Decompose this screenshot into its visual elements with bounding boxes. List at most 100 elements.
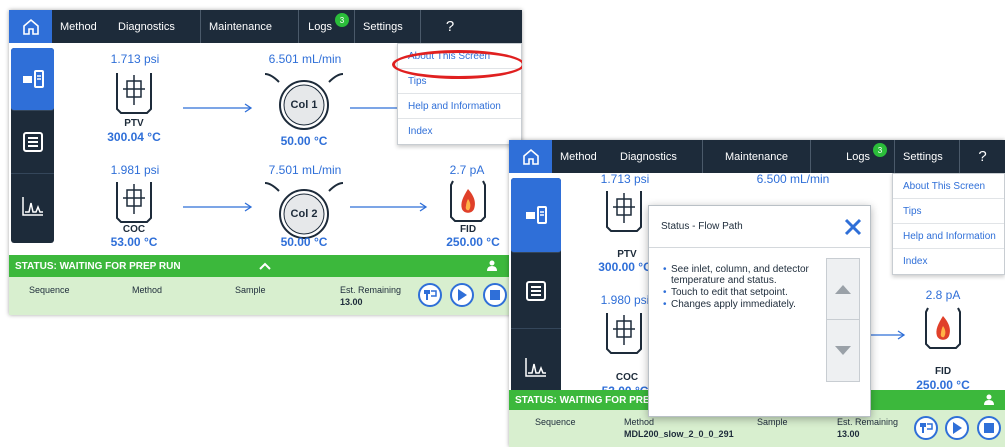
inlet2-temp[interactable]: 53.00 °C [92,235,176,249]
inlet1-temp[interactable]: 300.04 °C [92,130,176,144]
list-icon [526,280,546,301]
column1-temp[interactable]: 50.00 °C [264,134,344,148]
tab-settings[interactable]: Settings [354,10,421,43]
column1-name: Col 1 [290,99,318,111]
side-nav-chromatogram[interactable] [11,174,54,237]
dialog-bullet: Touch to edit that setpoint. [661,287,811,298]
dialog-title: Status - Flow Path [649,206,870,248]
tab-diagnostics[interactable]: Diagnostics [612,140,702,173]
sample-label[interactable]: Sample [757,417,788,427]
scroll-up-icon [835,285,851,294]
help-button[interactable]: ? [421,10,479,43]
method-value[interactable]: MDL200_slow_2_0_0_291 [624,429,734,439]
side-nav-flow-path[interactable] [11,48,54,111]
start-run-button[interactable] [450,283,474,307]
method-label: Method [624,417,655,427]
inlet-icon[interactable] [603,189,645,233]
detector-flame-icon[interactable] [922,306,964,350]
chromatogram-icon [21,196,43,216]
home-icon [22,18,39,35]
flow-path-icon [22,70,44,88]
est-remaining-label: Est. Remaining [340,285,402,295]
start-run-button[interactable] [945,416,969,440]
home-button[interactable] [509,140,552,173]
stop-run-button[interactable] [977,416,1001,440]
menu-item-index[interactable]: Index [398,119,521,144]
flow-path-icon [526,206,547,224]
dialog-scroller [826,258,860,382]
stop-run-button[interactable] [483,283,507,307]
side-nav [511,178,561,405]
inlet1-name: PTV [124,118,144,129]
side-nav-list[interactable] [511,253,561,329]
detector-flame-icon[interactable] [447,179,489,223]
help-menu: About This Screen Tips Help and Informat… [892,173,1005,275]
play-icon [953,422,962,434]
detector-name: FID [459,224,477,235]
prep-run-button[interactable] [418,283,442,307]
method-label[interactable]: Method [132,285,162,295]
inlet2-name: COC [615,372,639,383]
menu-item-index[interactable]: Index [893,249,1004,274]
chevron-up-icon[interactable] [259,261,271,271]
close-button[interactable] [842,216,864,238]
est-remaining-label: Est. Remaining [837,417,899,427]
status-bar[interactable]: STATUS: WAITING FOR PREP RUN [9,255,522,277]
tab-settings[interactable]: Settings [894,140,960,173]
list-icon [22,132,43,152]
top-nav-bar: Method Diagnostics Maintenance Logs 3 Se… [9,10,522,43]
inlet1-pressure[interactable]: 1.713 psi [95,52,175,66]
scroll-down-icon [835,345,851,355]
column2-flow[interactable]: 7.501 mL/min [255,163,355,177]
tab-logs[interactable]: Logs 3 [810,140,894,173]
instrument-screen-help-overlay: Method Diagnostics Maintenance Logs 3 Se… [509,140,1005,447]
column2-temp[interactable]: 50.00 °C [264,235,344,249]
tab-maintenance[interactable]: Maintenance [702,140,810,173]
tab-method[interactable]: Method [552,140,612,173]
home-button[interactable] [9,10,52,43]
column1-flow[interactable]: 6.500 mL/min [743,172,843,186]
sequence-label[interactable]: Sequence [535,417,576,427]
side-nav [11,48,54,243]
est-remaining-value: 13.00 [340,297,363,307]
stop-icon [984,423,994,433]
tab-method[interactable]: Method [52,10,110,43]
help-button[interactable]: ? [960,140,1005,173]
tab-logs[interactable]: Logs 3 [298,10,354,43]
tab-maintenance[interactable]: Maintenance [200,10,298,43]
inlet-icon[interactable] [113,71,155,115]
side-nav-flow-path[interactable] [511,178,561,253]
dialog-bullet-list: See inlet, column, and detector temperat… [661,264,811,311]
sequence-label[interactable]: Sequence [29,285,70,295]
menu-item-help-and-information[interactable]: Help and Information [398,94,521,119]
inlet1-pressure[interactable]: 1.713 psi [585,172,665,186]
prep-run-icon [920,423,933,433]
person-icon[interactable] [487,260,497,271]
close-icon [844,218,862,236]
flow-arrow [183,103,253,113]
scroll-down-button[interactable] [827,320,859,381]
detector-signal[interactable]: 2.8 pA [913,288,973,302]
detector-temp[interactable]: 250.00 °C [431,235,515,249]
tab-diagnostics[interactable]: Diagnostics [110,10,200,43]
column2-name: Col 2 [290,208,318,220]
inlet-icon[interactable] [603,311,645,355]
column1-flow[interactable]: 6.501 mL/min [255,52,355,66]
inlet1-name: PTV [617,249,637,260]
detector-signal[interactable]: 2.7 pA [437,163,497,177]
inlet2-pressure[interactable]: 1.981 psi [95,163,175,177]
flow-arrow [183,202,253,212]
est-remaining-value: 13.00 [837,429,860,439]
dialog-bullet: Changes apply immediately. [661,299,811,310]
logs-count-badge: 3 [873,143,887,157]
scroll-up-button[interactable] [827,259,859,320]
menu-item-about-this-screen[interactable]: About This Screen [893,174,1004,199]
top-nav-bar: Method Diagnostics Maintenance Logs 3 Se… [509,140,1005,173]
prep-run-button[interactable] [914,416,938,440]
side-nav-list[interactable] [11,111,54,174]
menu-item-tips[interactable]: Tips [893,199,1004,224]
person-icon[interactable] [984,394,994,405]
menu-item-help-and-information[interactable]: Help and Information [893,224,1004,249]
inlet-icon[interactable] [113,180,155,224]
sample-label[interactable]: Sample [235,285,266,295]
